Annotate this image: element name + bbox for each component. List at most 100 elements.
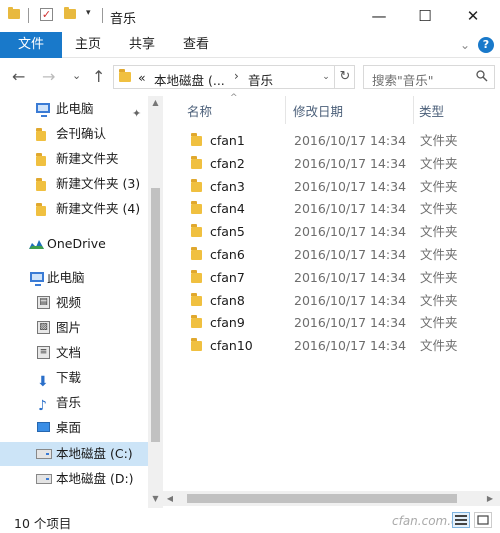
file-row[interactable]: cfan4 2016/10/17 14:34 文件夹 <box>185 198 485 220</box>
navigation-pane: 此电脑 ✦ 会刊确认 新建文件夹 新建文件夹 (3) 新建文件夹 (4) One… <box>0 96 163 508</box>
recent-locations-button[interactable]: ⌄ <box>72 69 81 82</box>
scrollbar-thumb[interactable] <box>187 494 457 503</box>
details-view-icon <box>455 515 467 525</box>
search-placeholder: 搜索"音乐" <box>372 73 434 88</box>
breadcrumb-separator[interactable]: › <box>234 69 239 83</box>
sidebar-item-this-pc-pinned[interactable]: 此电脑 ✦ <box>0 97 148 121</box>
breadcrumb-overflow[interactable]: « <box>138 70 146 85</box>
close-button[interactable]: ✕ <box>450 0 496 32</box>
folder-icon <box>36 178 46 191</box>
tab-home[interactable]: 主页 <box>74 32 102 58</box>
file-row[interactable]: cfan7 2016/10/17 14:34 文件夹 <box>185 267 485 289</box>
column-header-date[interactable]: 修改日期 <box>293 101 343 120</box>
column-header-type[interactable]: 类型 <box>419 101 444 120</box>
address-bar[interactable]: « 本地磁盘 (... › 音乐 ⌄ ↻ <box>113 65 355 89</box>
scroll-left-icon[interactable]: ◀ <box>163 494 177 503</box>
file-type: 文件夹 <box>420 247 458 262</box>
file-date: 2016/10/17 14:34 <box>294 315 407 331</box>
file-row[interactable]: cfan1 2016/10/17 14:34 文件夹 <box>185 130 485 152</box>
file-name: cfan9 <box>210 315 245 331</box>
file-type: 文件夹 <box>420 155 458 171</box>
pc-icon <box>36 103 50 117</box>
file-name: cfan2 <box>210 155 245 171</box>
sidebar-item-onedrive[interactable]: OneDrive <box>0 232 148 256</box>
sidebar-item-music[interactable]: ♪ 音乐 <box>0 391 148 415</box>
sidebar-item-label: 新建文件夹 (4) <box>56 201 141 216</box>
sidebar-item-videos[interactable]: ▤ 视频 <box>0 291 148 315</box>
file-row[interactable]: cfan6 2016/10/17 14:34 文件夹 <box>185 244 485 266</box>
breadcrumb-music[interactable]: 音乐 <box>248 70 273 89</box>
picture-icon: ▨ <box>37 321 50 334</box>
sidebar-item-drive-d[interactable]: 本地磁盘 (D:) <box>0 467 148 491</box>
sidebar-item-folder[interactable]: 新建文件夹 (3) <box>0 172 148 196</box>
sidebar-item-folder[interactable]: 会刊确认 <box>0 122 148 146</box>
expand-ribbon-icon[interactable]: ⌄ <box>460 32 470 58</box>
item-count: 10 个项目 <box>14 516 72 531</box>
sort-ascending-icon: ^ <box>230 93 238 103</box>
help-icon[interactable]: ? <box>478 37 494 53</box>
sidebar-item-label: 桌面 <box>56 420 82 435</box>
file-row[interactable]: cfan10 2016/10/17 14:34 文件夹 <box>185 335 485 357</box>
forward-button[interactable]: → <box>42 67 55 86</box>
scroll-down-icon[interactable]: ▼ <box>148 494 163 503</box>
folder-icon <box>191 133 202 146</box>
document-icon: ≡ <box>37 346 50 359</box>
scroll-up-icon[interactable]: ▲ <box>148 98 163 107</box>
ribbon-tabs: 文件 主页 共享 查看 ⌄ ? <box>0 32 500 58</box>
tab-view[interactable]: 查看 <box>182 32 210 58</box>
details-view-button[interactable] <box>452 512 470 528</box>
folder-icon <box>36 153 46 166</box>
sidebar-item-drive-c[interactable]: 本地磁盘 (C:) <box>0 442 148 466</box>
large-icons-view-button[interactable] <box>474 512 492 528</box>
search-input[interactable]: 搜索"音乐" <box>363 65 495 89</box>
minimize-button[interactable]: — <box>356 0 402 32</box>
file-row[interactable]: cfan5 2016/10/17 14:34 文件夹 <box>185 221 485 243</box>
column-divider[interactable] <box>285 96 286 124</box>
file-date: 2016/10/17 14:34 <box>294 133 407 148</box>
tab-file[interactable]: 文件 <box>0 32 62 58</box>
file-row[interactable]: cfan9 2016/10/17 14:34 文件夹 <box>185 312 485 334</box>
file-date: 2016/10/17 14:34 <box>294 201 407 217</box>
refresh-button[interactable]: ↻ <box>334 66 355 88</box>
customize-toolbar-icon[interactable]: ▾ <box>86 8 91 18</box>
address-dropdown-icon[interactable]: ⌄ <box>318 66 334 88</box>
file-list: ^ 名称 修改日期 类型 cfan1 2016/10/17 14:34 文件夹 cfa… <box>163 93 500 508</box>
up-button[interactable]: ↑ <box>92 67 105 86</box>
breadcrumb-drive[interactable]: 本地磁盘 (... <box>154 70 225 89</box>
sidebar-item-label: 会刊确认 <box>56 126 107 141</box>
new-folder-icon[interactable] <box>64 7 76 19</box>
column-divider[interactable] <box>413 96 414 124</box>
drive-icon <box>36 474 52 484</box>
file-date: 2016/10/17 14:34 <box>294 292 407 308</box>
column-header-name[interactable]: 名称 <box>187 101 212 120</box>
tab-share[interactable]: 共享 <box>128 32 156 58</box>
file-row[interactable]: cfan2 2016/10/17 14:34 文件夹 <box>185 153 485 175</box>
sidebar-item-documents[interactable]: ≡ 文档 <box>0 341 148 365</box>
horizontal-scrollbar[interactable]: ◀ ▶ <box>163 491 500 506</box>
scroll-right-icon[interactable]: ▶ <box>483 494 497 503</box>
sidebar-item-pictures[interactable]: ▨ 图片 <box>0 316 148 340</box>
sidebar-item-label: 视频 <box>56 295 82 310</box>
folder-icon <box>191 178 202 192</box>
sidebar-item-desktop[interactable]: 桌面 <box>0 416 148 440</box>
folder-icon <box>36 203 46 216</box>
video-icon: ▤ <box>37 296 50 309</box>
properties-icon[interactable]: ✓ <box>40 8 53 21</box>
file-date: 2016/10/17 14:34 <box>294 155 407 171</box>
folder-icon <box>36 128 46 141</box>
maximize-button[interactable]: ☐ <box>402 0 448 32</box>
folder-icon <box>191 269 202 283</box>
sidebar-item-label: 本地磁盘 (C:) <box>56 446 133 461</box>
sidebar-scrollbar[interactable]: ▲ ▼ <box>148 96 163 508</box>
file-row[interactable]: cfan8 2016/10/17 14:34 文件夹 <box>185 290 485 312</box>
scrollbar-thumb[interactable] <box>151 188 160 442</box>
sidebar-item-this-pc[interactable]: 此电脑 <box>0 266 148 290</box>
sidebar-item-downloads[interactable]: ⬇ 下载 <box>0 366 148 390</box>
file-row[interactable]: cfan3 2016/10/17 14:34 文件夹 <box>185 176 485 198</box>
sidebar-item-label: 图片 <box>56 320 82 335</box>
back-button[interactable]: ← <box>12 67 25 86</box>
sidebar-item-folder[interactable]: 新建文件夹 (4) <box>0 197 148 221</box>
file-type: 文件夹 <box>420 178 458 194</box>
sidebar-item-folder[interactable]: 新建文件夹 <box>0 147 148 171</box>
sidebar-item-label: 此电脑 <box>47 270 85 285</box>
